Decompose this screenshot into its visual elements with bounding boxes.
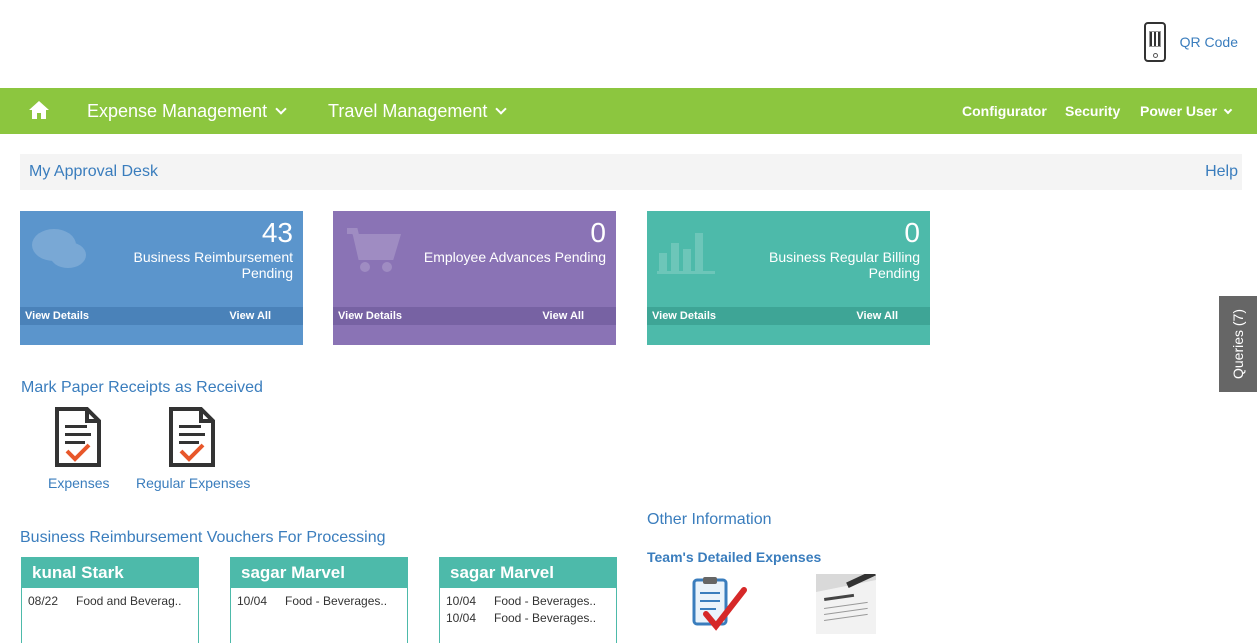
voucher-card[interactable]: kunal Stark 08/22 Food and Beverag.. [21, 557, 199, 643]
cart-icon [347, 228, 402, 272]
nav-travel-management[interactable]: Travel Management [328, 88, 508, 134]
chevron-down-icon [275, 103, 287, 115]
tile-label: Business Regular Billing Pending [769, 249, 920, 281]
voucher-row: 10/04 Food - Beverages.. [231, 588, 407, 608]
document-check-icon [54, 407, 101, 467]
chevron-down-icon [495, 103, 508, 115]
receipt-expenses-label: Expenses [48, 475, 110, 491]
queries-label: Queries (7) [1230, 308, 1246, 380]
voucher-text: Food - Beverages.. [285, 594, 388, 608]
tile-count: 0 [590, 217, 606, 248]
voucher-row: 10/04 Food - Beverages.. [440, 608, 616, 625]
top-header: QR Code [0, 0, 1257, 88]
chevron-down-icon [1223, 105, 1233, 115]
voucher-date: 10/04 [237, 594, 268, 608]
tile-count: 43 [261, 217, 293, 248]
tile-business-reimbursement[interactable]: 43 Business Reimbursement Pending View D… [20, 211, 303, 345]
document-check-icon [169, 407, 216, 467]
nav-expense-management-label: Expense Management [87, 101, 268, 121]
receipt-regular-expenses-label: Regular Expenses [136, 475, 251, 491]
nav-power-user[interactable]: Power User [1140, 88, 1233, 134]
voucher-text: Food - Beverages.. [494, 611, 597, 625]
voucher-card-name: sagar Marvel [440, 558, 616, 588]
receipt-expenses[interactable]: Expenses [48, 407, 109, 491]
voucher-date: 08/22 [28, 594, 59, 608]
tile-employee-advances[interactable]: 0 Employee Advances Pending View Details… [333, 211, 616, 345]
view-details-link[interactable]: View Details [652, 310, 716, 322]
tile-footer: View Details View All [333, 307, 616, 325]
view-all-link[interactable]: View All [229, 310, 271, 322]
nav-security[interactable]: Security [1065, 88, 1120, 134]
qr-code-link[interactable]: QR Code [1143, 22, 1238, 62]
home-icon[interactable] [28, 100, 50, 120]
receipt-regular-expenses[interactable]: Regular Expenses [136, 407, 250, 491]
nav-power-user-label: Power User [1140, 103, 1218, 119]
nav-expense-management[interactable]: Expense Management [87, 88, 287, 134]
voucher-card[interactable]: sagar Marvel 10/04 Food - Beverages.. [230, 557, 408, 643]
qr-code-label: QR Code [1179, 34, 1238, 50]
voucher-text: Food - Beverages.. [494, 594, 597, 608]
receipts-title: Mark Paper Receipts as Received [21, 379, 263, 396]
voucher-card[interactable]: sagar Marvel 10/04 Food - Beverages.. 10… [439, 557, 617, 643]
help-link[interactable]: Help [1205, 163, 1238, 181]
voucher-card-name: kunal Stark [22, 558, 198, 588]
voucher-date: 10/04 [446, 611, 477, 625]
tile-footer: View Details View All [20, 307, 303, 325]
clipboard-check-icon[interactable] [688, 576, 748, 632]
nav-travel-management-label: Travel Management [328, 101, 488, 121]
chat-icon [32, 229, 86, 268]
tile-count: 0 [904, 217, 920, 248]
voucher-text: Food and Beverag.. [76, 594, 182, 608]
team-expenses-title[interactable]: Team's Detailed Expenses [647, 549, 821, 565]
view-details-link[interactable]: View Details [338, 310, 402, 322]
qr-phone-icon [1143, 22, 1166, 62]
approval-desk-header: My Approval Desk Help [20, 154, 1242, 190]
voucher-row: 10/04 Food - Beverages.. [440, 588, 616, 608]
voucher-row: 08/22 Food and Beverag.. [22, 588, 198, 608]
vouchers-title: Business Reimbursement Vouchers For Proc… [20, 529, 386, 546]
other-info-title: Other Information [647, 511, 772, 528]
bar-chart-icon [657, 233, 715, 274]
voucher-date: 10/04 [446, 594, 477, 608]
tile-label: Employee Advances Pending [423, 249, 606, 265]
tile-label: Business Reimbursement Pending [133, 249, 293, 281]
approval-desk-title: My Approval Desk [29, 163, 158, 180]
queries-tab[interactable]: Queries (7) [1219, 296, 1257, 392]
tile-business-regular-billing[interactable]: 0 Business Regular Billing Pending View … [647, 211, 930, 345]
expense-report-image[interactable] [816, 574, 876, 634]
nav-configurator[interactable]: Configurator [962, 88, 1047, 134]
main-nav: Expense Management Travel Management Con… [0, 88, 1257, 134]
voucher-card-name: sagar Marvel [231, 558, 407, 588]
view-details-link[interactable]: View Details [25, 310, 89, 322]
tile-footer: View Details View All [647, 307, 930, 325]
view-all-link[interactable]: View All [542, 310, 584, 322]
view-all-link[interactable]: View All [856, 310, 898, 322]
